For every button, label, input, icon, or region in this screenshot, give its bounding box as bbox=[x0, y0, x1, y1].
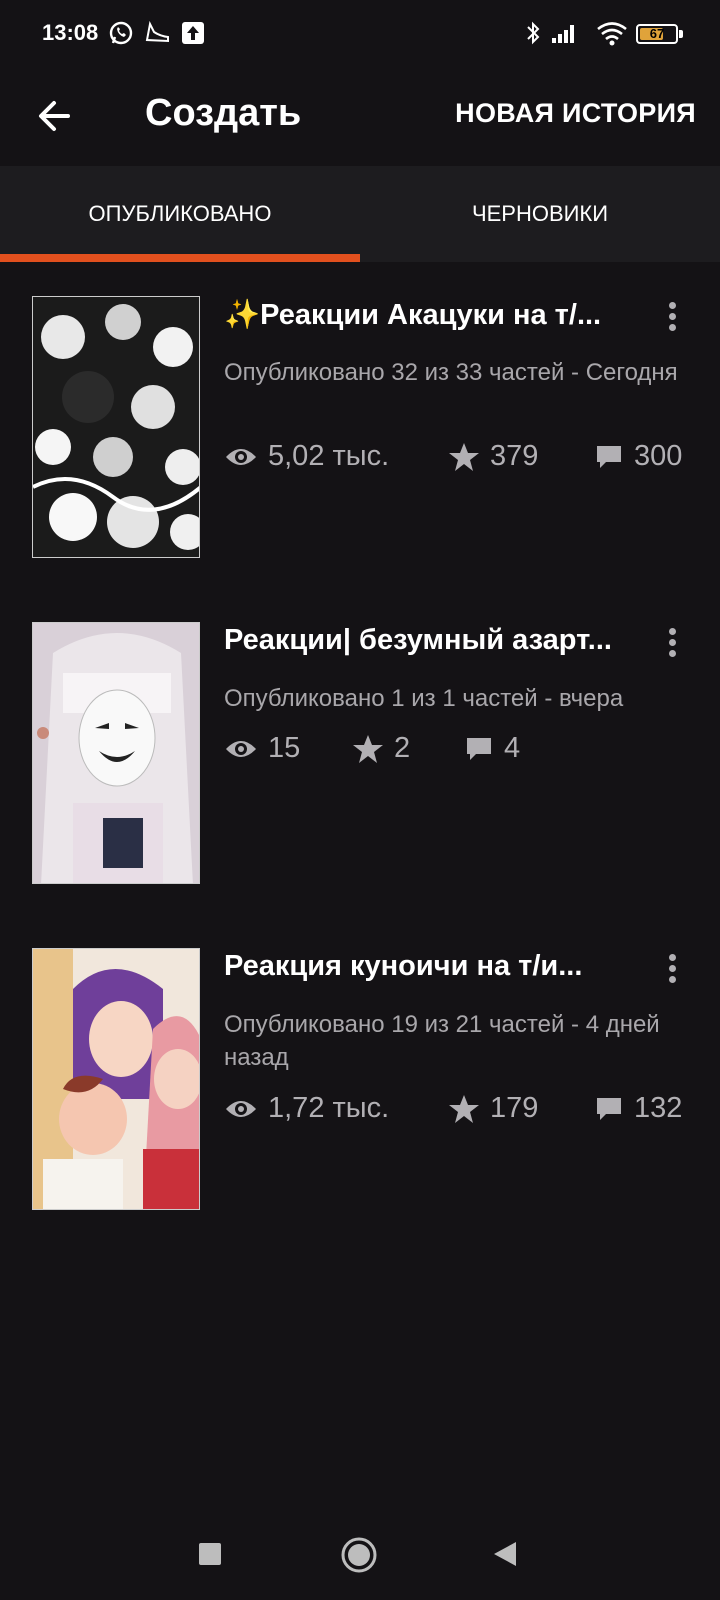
votes-stat: 179 bbox=[448, 1092, 538, 1125]
active-tab-indicator bbox=[0, 254, 360, 262]
eye-icon bbox=[226, 740, 256, 757]
comment-icon bbox=[597, 445, 621, 468]
story-cover-image[interactable] bbox=[32, 622, 200, 884]
app-bar: Создать НОВАЯ ИСТОРИЯ bbox=[0, 70, 720, 166]
votes-count: 379 bbox=[490, 440, 539, 472]
reads-stat: 15 bbox=[224, 732, 300, 765]
comments-count: 4 bbox=[504, 732, 521, 764]
eye-icon bbox=[226, 448, 256, 465]
more-icon bbox=[668, 953, 676, 961]
battery-percent: 67 bbox=[649, 26, 665, 41]
reads-stat: 5,02 тыс. bbox=[224, 440, 389, 473]
story-meta: Опубликовано 32 из 33 частей - Сегодня bbox=[224, 359, 678, 386]
eye-icon bbox=[226, 1100, 256, 1117]
reads-count: 1,72 тыс. bbox=[268, 1092, 390, 1124]
wifi-icon bbox=[597, 22, 627, 46]
status-time: 13:08 bbox=[42, 20, 99, 45]
votes-count: 179 bbox=[490, 1092, 539, 1124]
story-title[interactable]: Реакция куноичи на т/и... bbox=[224, 950, 644, 983]
tab-bar: ОПУБЛИКОВАНО ЧЕРНОВИКИ bbox=[0, 166, 720, 262]
more-icon bbox=[668, 301, 676, 309]
story-meta: Опубликовано 1 из 1 частей - вчера bbox=[224, 685, 624, 712]
story-title[interactable]: Реакции| безумный азарт... bbox=[224, 624, 644, 657]
story-cover-image[interactable] bbox=[32, 296, 200, 558]
story-item[interactable]: ✨Реакции Акацуки на т/... Опубликовано 3… bbox=[0, 296, 720, 576]
sneaker-icon bbox=[145, 20, 169, 43]
story-item[interactable]: Реакции| безумный азарт... Опубликовано … bbox=[0, 622, 720, 902]
votes-stat: 379 bbox=[448, 440, 538, 473]
votes-count: 2 bbox=[394, 732, 411, 764]
upload-icon bbox=[182, 22, 204, 44]
battery-tip bbox=[679, 30, 683, 38]
reads-count: 15 bbox=[268, 732, 301, 764]
status-bar: 13:08 67 bbox=[0, 0, 720, 70]
story-meta: Опубликовано 19 из 21 частей - 4 дней на… bbox=[224, 1011, 660, 1071]
star-icon bbox=[353, 734, 383, 763]
story-stats: 1,72 тыс. 179 132 bbox=[224, 1092, 704, 1132]
reads-stat: 1,72 тыс. bbox=[224, 1092, 389, 1125]
battery-icon: 67 bbox=[636, 24, 678, 44]
comments-stat: 300 bbox=[594, 440, 682, 473]
more-options-button[interactable] bbox=[656, 948, 688, 988]
page-title: Создать bbox=[145, 92, 302, 134]
more-options-button[interactable] bbox=[656, 296, 688, 336]
star-icon bbox=[449, 442, 479, 471]
comments-count: 132 bbox=[634, 1092, 683, 1124]
new-story-button[interactable]: НОВАЯ ИСТОРИЯ bbox=[455, 98, 696, 129]
bluetooth-icon bbox=[527, 21, 540, 45]
comments-stat: 132 bbox=[594, 1092, 682, 1125]
signal-icon bbox=[552, 25, 574, 43]
comment-icon bbox=[597, 1097, 621, 1120]
story-stats: 15 2 4 bbox=[224, 732, 704, 772]
comments-count: 300 bbox=[634, 440, 683, 472]
system-nav-bar bbox=[0, 1500, 720, 1600]
tab-published[interactable]: ОПУБЛИКОВАНО bbox=[0, 166, 360, 262]
story-stats: 5,02 тыс. 379 300 bbox=[224, 440, 704, 480]
back-arrow-icon[interactable] bbox=[30, 90, 82, 142]
reads-count: 5,02 тыс. bbox=[268, 440, 390, 472]
star-icon bbox=[449, 1094, 479, 1123]
whatsapp-icon bbox=[109, 21, 133, 45]
votes-stat: 2 bbox=[352, 732, 410, 765]
story-cover-image[interactable] bbox=[32, 948, 200, 1210]
tab-drafts[interactable]: ЧЕРНОВИКИ bbox=[360, 166, 720, 262]
comment-icon bbox=[467, 737, 491, 760]
story-title[interactable]: ✨Реакции Акацуки на т/... bbox=[224, 298, 644, 332]
more-icon bbox=[668, 627, 676, 635]
back-triangle-icon[interactable] bbox=[492, 1540, 518, 1568]
recents-square-icon[interactable] bbox=[198, 1542, 222, 1566]
story-item[interactable]: Реакция куноичи на т/и... Опубликовано 1… bbox=[0, 948, 720, 1228]
home-circle-icon[interactable] bbox=[340, 1536, 378, 1574]
more-options-button[interactable] bbox=[656, 622, 688, 662]
comments-stat: 4 bbox=[464, 732, 520, 765]
